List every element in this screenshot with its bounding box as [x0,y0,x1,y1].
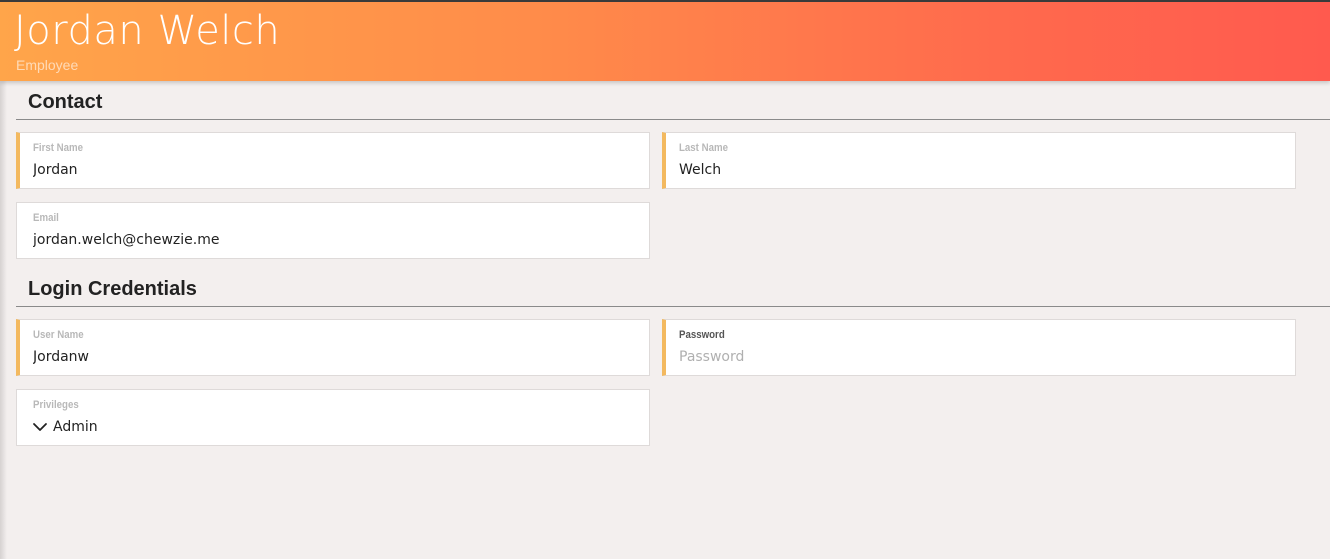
first-name-input[interactable] [33,162,613,178]
login-section-title: Login Credentials [28,278,197,300]
email-label: Email [33,212,59,224]
user-name-label: User Name [33,329,84,341]
user-name-field[interactable]: User Name [16,319,650,376]
last-name-input[interactable] [679,162,1259,178]
password-label: Password [679,329,725,341]
contact-section-divider [16,119,1330,120]
contact-section-title: Contact [28,91,103,113]
email-input[interactable] [33,232,613,248]
page-subtitle: Employee [16,57,79,73]
last-name-field[interactable]: Last Name [662,132,1296,189]
user-name-input[interactable] [33,349,613,365]
privileges-label: Privileges [33,399,79,411]
first-name-label: First Name [33,142,84,154]
chevron-down-icon[interactable] [32,420,48,434]
left-edge-shadow [0,0,7,559]
login-section-divider [16,306,1330,307]
password-input[interactable] [679,349,1259,365]
page-header: Jordan Welch Employee [0,0,1330,81]
last-name-label: Last Name [679,142,728,154]
privileges-value: Admin [53,419,98,435]
password-field[interactable]: Password [662,319,1296,376]
page-title: Jordan Welch [14,8,281,54]
first-name-field[interactable]: First Name [16,132,650,189]
email-field[interactable]: Email [16,202,650,259]
privileges-select[interactable]: Privileges Admin [16,389,650,446]
